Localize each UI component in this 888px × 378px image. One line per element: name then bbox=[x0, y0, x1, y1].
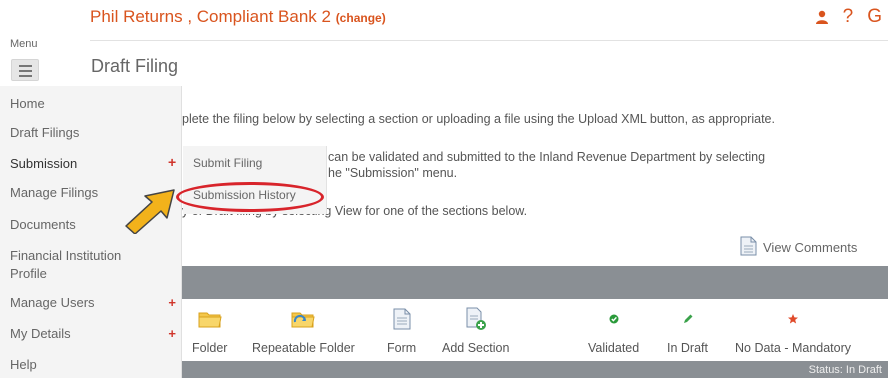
instruction-line-1: plete the filing below by selecting a se… bbox=[182, 112, 775, 126]
logout-icon[interactable]: G bbox=[867, 6, 882, 28]
page-header-title: Phil Returns , Compliant Bank 2 (change) bbox=[90, 7, 386, 27]
legend-in-draft: In Draft bbox=[667, 305, 708, 355]
mandatory-star-icon bbox=[787, 305, 799, 333]
instruction-line-2b: he "Submission" menu. bbox=[328, 166, 458, 180]
help-icon[interactable]: ? bbox=[843, 6, 854, 28]
sidebar-item-help[interactable]: Help bbox=[0, 356, 182, 374]
menu-label: Menu bbox=[10, 38, 38, 50]
header-divider bbox=[90, 40, 888, 41]
submenu-item-submit-filing[interactable]: Submit Filing bbox=[193, 156, 262, 170]
sidebar-item-my-details[interactable]: My Details + bbox=[0, 325, 182, 343]
header-icons: ? G bbox=[815, 6, 882, 28]
sidebar-item-financial-institution-profile[interactable]: Financial Institution Profile bbox=[0, 247, 182, 283]
legend-validated: Validated bbox=[588, 305, 639, 355]
legend-add-section: Add Section bbox=[442, 305, 509, 355]
legend-form: Form bbox=[387, 305, 416, 355]
sidebar-item-draft-filings[interactable]: Draft Filings bbox=[0, 124, 182, 142]
document-icon bbox=[740, 236, 757, 259]
sidebar-item-submission[interactable]: Submission bbox=[0, 155, 182, 173]
legend-no-data-mandatory-label: No Data - Mandatory bbox=[735, 341, 852, 355]
icon-legend: Folder Repeatable Folder Form Add Sectio… bbox=[182, 299, 888, 361]
sidebar-item-label: Documents bbox=[10, 217, 76, 232]
in-draft-icon bbox=[682, 305, 694, 333]
legend-validated-label: Validated bbox=[588, 341, 640, 355]
legend-repeatable-folder-label: Repeatable Folder bbox=[252, 341, 355, 355]
table-header-bar bbox=[182, 266, 888, 299]
legend-repeatable-folder: Repeatable Folder bbox=[252, 305, 355, 355]
expand-plus-icon[interactable]: + bbox=[168, 294, 176, 312]
legend-in-draft-label: In Draft bbox=[667, 341, 708, 355]
hamburger-menu-button[interactable] bbox=[11, 59, 39, 81]
pointer-arrow-annotation bbox=[120, 186, 182, 239]
sidebar-item-label: My Details bbox=[10, 326, 71, 341]
sidebar-item-label: Help bbox=[10, 357, 37, 372]
legend-add-section-label: Add Section bbox=[442, 341, 510, 355]
add-section-icon bbox=[465, 305, 487, 333]
sidebar-item-manage-users[interactable]: Manage Users + bbox=[0, 294, 182, 312]
table-status-bar: Status: In Draft bbox=[182, 361, 888, 378]
user-icon[interactable] bbox=[815, 10, 829, 24]
sidebar-item-label-line2: Profile bbox=[10, 266, 47, 281]
expand-plus-icon[interactable]: + bbox=[168, 325, 176, 343]
form-icon bbox=[393, 305, 411, 333]
page-title: Draft Filing bbox=[91, 56, 179, 76]
sidebar-item-label: Financial Institution bbox=[10, 248, 122, 263]
highlight-ellipse-annotation bbox=[176, 182, 324, 212]
legend-folder: Folder bbox=[192, 305, 227, 355]
repeatable-folder-icon bbox=[289, 305, 317, 333]
sidebar-item-label: Manage Users bbox=[10, 295, 95, 310]
legend-form-label: Form bbox=[387, 341, 417, 355]
view-comments-label: View Comments bbox=[763, 240, 858, 255]
sidebar-item-label: Draft Filings bbox=[10, 125, 80, 140]
sidebar-item-label: Home bbox=[10, 96, 45, 111]
sidebar-item-home[interactable]: Home bbox=[0, 95, 182, 113]
instruction-line-2a: can be validated and submitted to the In… bbox=[328, 150, 766, 164]
status-text: Status: In Draft bbox=[808, 364, 882, 376]
account-title: Phil Returns , Compliant Bank 2 bbox=[90, 7, 331, 26]
legend-no-data-mandatory: No Data - Mandatory bbox=[735, 305, 851, 355]
submission-collapse-plus-icon[interactable]: + bbox=[168, 154, 176, 170]
view-comments-link[interactable]: View Comments bbox=[740, 236, 857, 259]
sidebar-item-label: Submission bbox=[10, 156, 78, 171]
validated-icon bbox=[608, 305, 620, 333]
legend-folder-label: Folder bbox=[192, 341, 228, 355]
folder-icon bbox=[197, 305, 223, 333]
change-link[interactable]: (change) bbox=[336, 11, 386, 25]
sidebar-item-label: Manage Filings bbox=[10, 185, 99, 200]
